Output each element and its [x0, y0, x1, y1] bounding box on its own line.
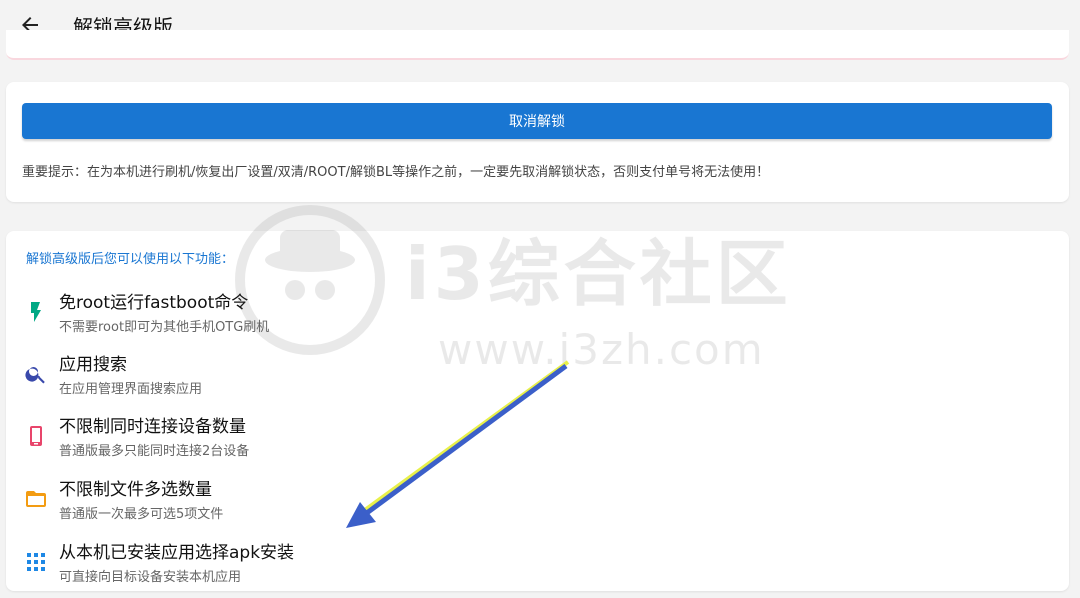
feature-item-fastboot[interactable]: 免root运行fastboot命令 不需要root即可为其他手机OTG刷机 [6, 288, 1069, 348]
lightning-bolt-icon [31, 302, 41, 322]
feature-subtitle: 不需要root即可为其他手机OTG刷机 [59, 320, 270, 335]
smartphone-icon [30, 426, 42, 446]
previous-card-edge [6, 30, 1069, 60]
feature-title: 应用搜索 [59, 355, 127, 375]
features-heading: 解锁高级版后您可以使用以下功能： [26, 252, 235, 267]
feature-subtitle: 普通版一次最多可选5项文件 [59, 507, 224, 522]
feature-item-install-apk[interactable]: 从本机已安装应用选择apk安装 可直接向目标设备安装本机应用 [6, 538, 1069, 598]
features-card: 解锁高级版后您可以使用以下功能： 免root运行fastboot命令 不需要ro… [6, 231, 1069, 591]
apps-grid-icon [27, 553, 45, 571]
folder-icon [26, 491, 46, 507]
feature-item-app-search[interactable]: 应用搜索 在应用管理界面搜索应用 [6, 350, 1069, 410]
warning-text: 重要提示：在为本机进行刷机/恢复出厂设置/双清/ROOT/解锁BL等操作之前，一… [22, 165, 770, 180]
feature-title: 从本机已安装应用选择apk安装 [59, 543, 295, 563]
feature-subtitle: 可直接向目标设备安装本机应用 [59, 570, 242, 585]
feature-subtitle: 在应用管理界面搜索应用 [59, 382, 203, 397]
feature-item-device-limit[interactable]: 不限制同时连接设备数量 普通版最多只能同时连接2台设备 [6, 412, 1069, 472]
search-icon [25, 367, 45, 384]
feature-title: 不限制同时连接设备数量 [59, 417, 246, 437]
cancel-unlock-button[interactable]: 取消解锁 [22, 103, 1052, 139]
feature-item-file-select[interactable]: 不限制文件多选数量 普通版一次最多可选5项文件 [6, 475, 1069, 535]
feature-subtitle: 普通版最多只能同时连接2台设备 [59, 444, 250, 459]
unlock-card: 取消解锁 重要提示：在为本机进行刷机/恢复出厂设置/双清/ROOT/解锁BL等操… [6, 82, 1069, 202]
feature-title: 免root运行fastboot命令 [59, 293, 249, 313]
feature-title: 不限制文件多选数量 [59, 480, 212, 500]
